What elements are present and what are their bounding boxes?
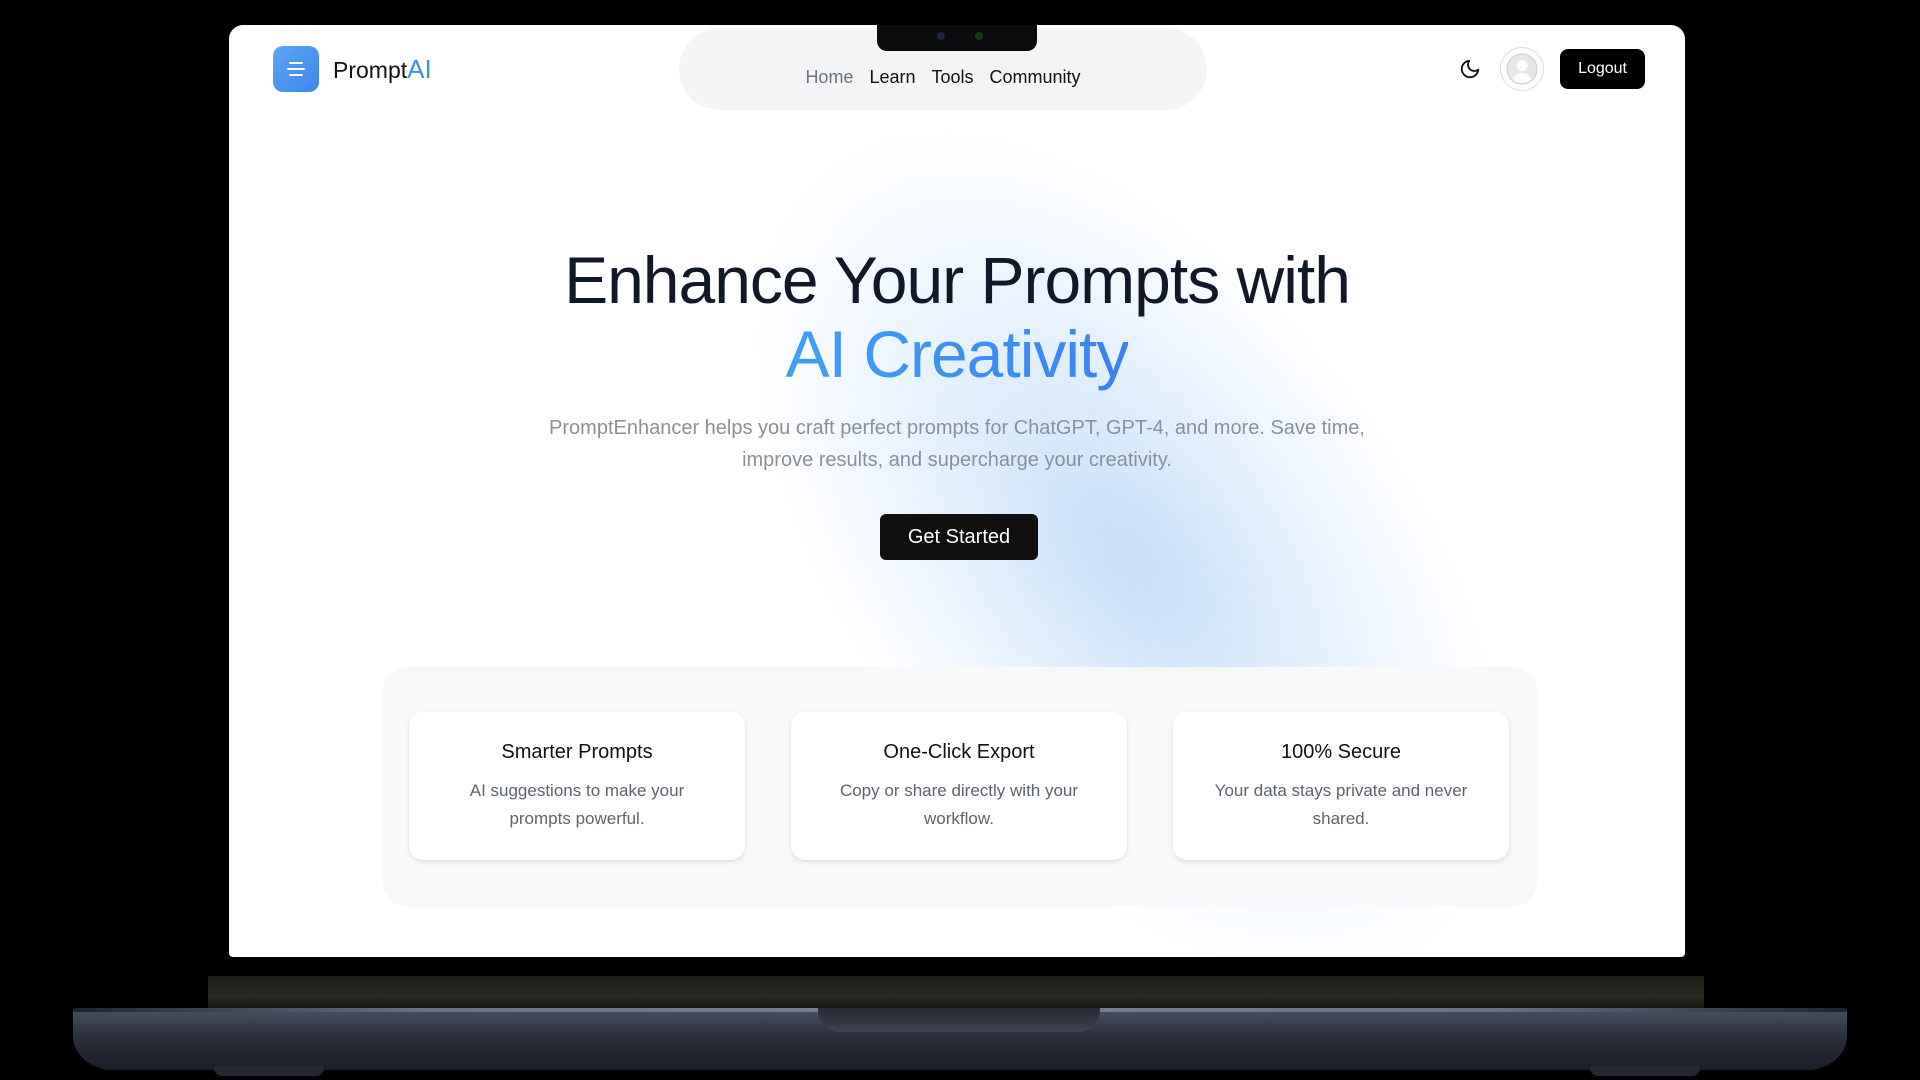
nav-item-tools[interactable]: Tools <box>932 67 974 88</box>
nav-item-learn[interactable]: Learn <box>869 67 915 88</box>
laptop-foot-right <box>1590 1066 1700 1076</box>
hero-title: Enhance Your Prompts with AI Creativity <box>229 243 1685 391</box>
menu-lines-icon <box>273 46 319 92</box>
feature-card-smarter-prompts: Smarter Prompts AI suggestions to make y… <box>409 712 745 860</box>
laptop-screen: PromptAI Home Learn Tools Community Logo… <box>229 25 1685 957</box>
laptop-hinge <box>208 976 1704 1010</box>
moon-icon <box>1460 59 1480 79</box>
user-circle-icon <box>1506 53 1538 85</box>
camera-notch <box>877 25 1037 51</box>
nav-item-community[interactable]: Community <box>990 67 1081 88</box>
camera-lens <box>937 32 945 40</box>
feature-title: Smarter Prompts <box>501 741 653 763</box>
brand-logo-link[interactable]: PromptAI <box>273 46 432 92</box>
feature-title: 100% Secure <box>1280 741 1402 763</box>
laptop-thumb-notch <box>818 1008 1100 1032</box>
brand-name-suffix: AI <box>407 53 432 84</box>
feature-description: Your data stays private and never shared… <box>1214 781 1468 828</box>
user-avatar-button[interactable] <box>1500 47 1545 91</box>
hero-title-line1: Enhance Your Prompts with <box>564 243 1351 317</box>
get-started-button[interactable]: Get Started <box>880 514 1038 560</box>
feature-description: AI suggestions to make your prompts powe… <box>469 781 685 828</box>
brand-name: PromptAI <box>333 54 432 85</box>
features-panel: Smarter Prompts AI suggestions to make y… <box>383 667 1537 907</box>
theme-toggle-button[interactable] <box>1452 51 1488 87</box>
brand-name-prefix: Prompt <box>333 56 408 83</box>
laptop-foot-left <box>214 1066 324 1076</box>
hero-subtitle: PromptEnhancer helps you craft perfect p… <box>549 417 1365 471</box>
feature-card-one-click-export: One-Click Export Copy or share directly … <box>791 712 1127 860</box>
feature-description: Copy or share directly with your workflo… <box>839 781 1079 828</box>
camera-indicator-light <box>975 32 983 40</box>
logout-button[interactable]: Logout <box>1560 49 1645 89</box>
feature-card-secure: 100% Secure Your data stays private and … <box>1173 712 1509 860</box>
website: PromptAI Home Learn Tools Community Logo… <box>229 25 1685 957</box>
nav-item-home[interactable]: Home <box>805 67 853 88</box>
header-actions: Logout <box>1452 47 1645 91</box>
hero-title-accent: AI Creativity <box>785 317 1130 391</box>
feature-title: One-Click Export <box>883 741 1035 763</box>
